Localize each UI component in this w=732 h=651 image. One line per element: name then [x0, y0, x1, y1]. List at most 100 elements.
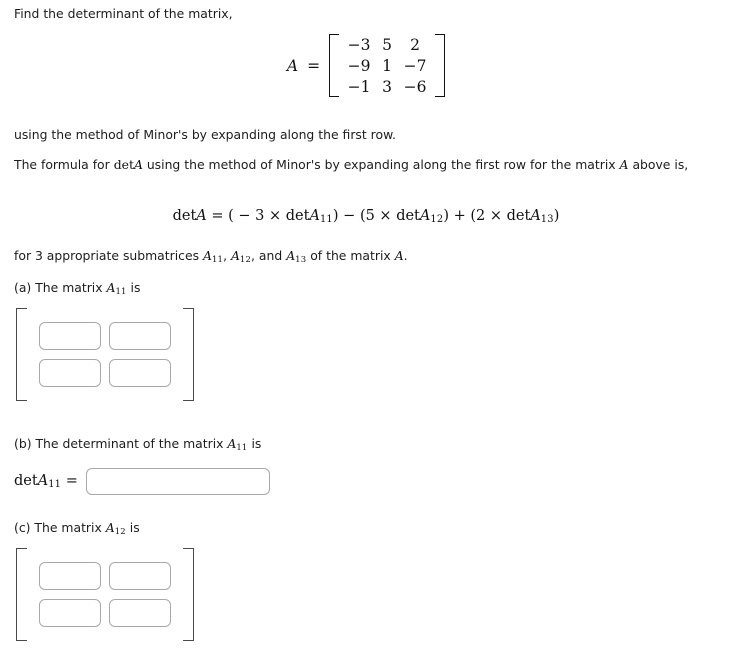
det-a11-operator: det [14, 472, 38, 489]
answer-right-bracket-icon-2 [183, 548, 194, 641]
part-a-text-before: The matrix [31, 280, 107, 295]
method-note: using the method of Minor's by expanding… [14, 125, 396, 144]
formula-term3-det: det [506, 208, 531, 224]
formula-plus: + [448, 208, 471, 224]
matrix-cell-r1c1: −3 [347, 35, 371, 54]
input-a12-r2c2[interactable] [109, 599, 171, 627]
part-b-matrix-label: A11 [227, 436, 248, 452]
formula-intro-det-a: detA [114, 157, 143, 172]
matrix-a11-input-group [16, 308, 194, 405]
matrix-a-equals: = [307, 56, 321, 75]
submatrix-a13-sub: 13 [295, 253, 307, 264]
matrix-cell-r2c1: −9 [347, 56, 371, 75]
det-operator: det [113, 157, 134, 172]
formula-term1-var: A [309, 208, 320, 224]
formula-term1-sub: 11 [319, 214, 333, 226]
part-a-sub: 11 [115, 285, 127, 296]
input-a12-r2c1[interactable] [39, 599, 101, 627]
formula-term2-sub: 12 [430, 214, 444, 226]
matrix-variable-a-3: A [394, 248, 404, 263]
part-a-tag: (a) [14, 280, 32, 295]
submatrix-a12-label: A12 [230, 248, 252, 264]
submatrices-note-end: . [403, 248, 408, 263]
part-c-text-before: The matrix [30, 520, 106, 535]
matrix-cell-r1c2: 5 [382, 35, 393, 54]
formula-equals: = [211, 208, 224, 224]
input-a11-r1c1[interactable] [39, 322, 101, 350]
matrix-a-display: A = −3 5 2 −9 1 −7 −1 3 −6 [0, 34, 732, 97]
formula-term3-sub: 13 [540, 214, 554, 226]
matrix-a-grid: −3 5 2 −9 1 −7 −1 3 −6 [342, 34, 432, 97]
part-c-text-after: is [125, 520, 140, 535]
matrix-cell-r2c3: −7 [403, 56, 427, 75]
part-b-text-before: The determinant of the matrix [31, 436, 228, 451]
matrix-a-name: A [286, 56, 299, 75]
formula-term2-open: (5 × [359, 208, 397, 224]
part-a-label: (a) The matrix A11 is [14, 278, 140, 301]
matrix-a-brackets: −3 5 2 −9 1 −7 −1 3 −6 [329, 34, 446, 97]
formula-intro-part2: using the method of Minor's by expanding… [142, 157, 620, 172]
matrix-variable-a: A [133, 157, 143, 172]
part-b-label: (b) The determinant of the matrix A11 is [14, 434, 261, 457]
part-c-label: (c) The matrix A12 is [14, 518, 140, 541]
part-b-tag: (b) [14, 436, 32, 451]
matrix-a12-input-group [16, 548, 194, 645]
formula-term2-var: A [419, 208, 431, 224]
left-bracket-icon [329, 34, 340, 97]
part-c-tag: (c) [14, 520, 31, 535]
answer-left-bracket-icon-2 [16, 548, 27, 641]
input-a11-r1c2[interactable] [109, 322, 171, 350]
formula-intro-part3: above is, [628, 157, 689, 172]
problem-prompt-text: Find the determinant of the matrix, [14, 6, 233, 21]
submatrices-note-part1: for 3 appropriate submatrices [14, 248, 203, 263]
formula-minus: − [338, 208, 360, 224]
matrix-cell-r3c1: −1 [347, 77, 371, 96]
matrix-cell-r1c3: 2 [410, 35, 421, 54]
matrix-cell-r3c2: 3 [382, 77, 393, 96]
formula-lhs-var: A [196, 208, 207, 224]
det-a11-row: detA11 = [14, 468, 270, 495]
part-c-matrix-label: A12 [105, 520, 126, 536]
method-note-text: using the method of Minor's by expanding… [14, 127, 396, 142]
answer-right-bracket-icon [183, 308, 194, 401]
formula-intro-part1: The formula for [14, 157, 114, 172]
formula-term1-open: ( − 3 × [228, 208, 286, 224]
det-a11-equals: = [65, 472, 78, 489]
submatrices-note: for 3 appropriate submatrices A11, A12, … [14, 248, 408, 264]
determinant-formula: detA = ( − 3 × detA11) − (5 × detA12) + … [0, 205, 732, 225]
input-a12-r1c1[interactable] [39, 562, 101, 590]
submatrix-a11-sub: 11 [211, 253, 224, 264]
matrix-a12-grid [27, 548, 183, 641]
worksheet-page: Find the determinant of the matrix, A = … [0, 0, 732, 651]
part-a-matrix-label: A11 [107, 280, 127, 296]
formula-term3-var: A [530, 208, 541, 224]
det-a11-sub: 11 [48, 479, 62, 491]
formula-term1-det: det [285, 208, 310, 224]
answer-left-bracket-icon [16, 308, 27, 401]
matrix-variable-a-2: A [619, 157, 629, 172]
input-a11-r2c2[interactable] [109, 359, 171, 387]
formula-term3-close: ) [553, 208, 560, 224]
submatrix-a13-label: A13 [286, 248, 307, 264]
right-bracket-icon [435, 34, 446, 97]
formula-lhs-det: det [172, 208, 197, 224]
part-c-sub: 12 [114, 525, 126, 536]
part-b-sub: 11 [236, 441, 248, 452]
submatrices-note-part2: , and [251, 248, 287, 263]
det-a11-var: A [37, 472, 49, 489]
input-det-a11[interactable] [85, 468, 270, 495]
submatrices-note-part3: of the matrix [306, 248, 395, 263]
formula-intro-paragraph: The formula for detA using the method of… [14, 155, 720, 174]
matrix-a11-grid [27, 308, 183, 401]
part-c-var: A [105, 520, 115, 535]
part-a-text-after: is [126, 280, 141, 295]
submatrix-a12-sub: 12 [239, 253, 252, 264]
submatrix-a11-label: A11 [203, 248, 224, 264]
matrix-cell-r3c3: −6 [403, 77, 427, 96]
input-a11-r2c1[interactable] [39, 359, 101, 387]
matrix-cell-r2c2: 1 [382, 56, 393, 75]
part-b-text-after: is [247, 436, 262, 451]
input-a12-r1c2[interactable] [109, 562, 171, 590]
problem-prompt: Find the determinant of the matrix, [14, 4, 233, 23]
formula-term3-open: (2 × [470, 208, 507, 224]
